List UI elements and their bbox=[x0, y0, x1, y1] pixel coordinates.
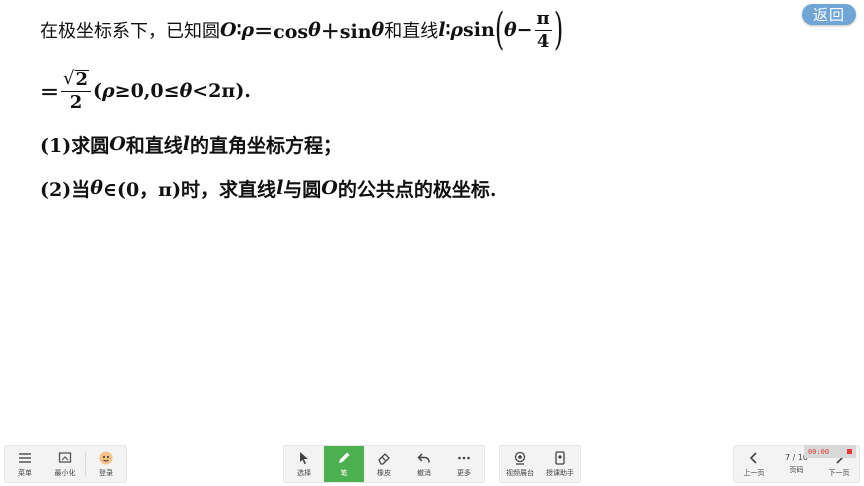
minimize-button[interactable]: 最小化 bbox=[45, 446, 85, 482]
assistant-icon bbox=[555, 450, 565, 465]
right-paren: ) bbox=[553, 4, 564, 55]
minimize-label: 最小化 bbox=[54, 468, 76, 477]
login-button[interactable]: 登录 bbox=[86, 446, 126, 482]
line-var: l bbox=[438, 19, 446, 41]
undo-label: 撤消 bbox=[417, 468, 431, 477]
avatar-icon bbox=[99, 451, 113, 464]
line-var: l bbox=[276, 177, 284, 199]
sqrt-sign: √ bbox=[63, 68, 75, 89]
sqrt-numerator: √ 2 bbox=[61, 68, 92, 92]
text: ∈(0，π)时，求直线 bbox=[102, 178, 277, 201]
fraction-denominator: 4 bbox=[536, 30, 550, 52]
eraser-icon bbox=[378, 452, 390, 465]
minimize-icon bbox=[58, 451, 72, 463]
undo-icon bbox=[417, 452, 430, 462]
fraction-numerator: π bbox=[534, 7, 552, 31]
select-tool-button[interactable]: 选择 bbox=[284, 446, 324, 482]
pen-label: 笔 bbox=[340, 468, 348, 477]
fraction-pi-over-4: π 4 bbox=[534, 7, 552, 52]
menu-button[interactable]: 菜单 bbox=[5, 446, 45, 482]
sqrt-content: 2 bbox=[74, 69, 90, 90]
toolbar-center-right: 视频展台 授课助手 bbox=[499, 445, 581, 483]
question-2: (2)当 θ ∈(0，π)时，求直线 l 与圆 O 的公共点的极坐标. bbox=[40, 175, 496, 201]
theta-var: θ bbox=[179, 80, 193, 102]
line-var: l bbox=[182, 133, 190, 155]
video-booth-button[interactable]: 视频展台 bbox=[500, 446, 540, 482]
text: 在极坐标系下，已知圆 bbox=[40, 21, 220, 42]
circle-var: O bbox=[109, 133, 126, 155]
circle-var: O bbox=[220, 19, 237, 41]
paren-open: ( bbox=[93, 80, 103, 102]
fraction-denominator: 2 bbox=[69, 92, 83, 113]
rho-var: ρ bbox=[241, 19, 255, 41]
recording-badge[interactable]: 00:00 bbox=[804, 445, 856, 458]
text: ＋sin bbox=[320, 20, 372, 43]
rho-var: ρ bbox=[102, 80, 115, 102]
theta-var: θ bbox=[503, 19, 517, 41]
menu-label: 菜单 bbox=[18, 468, 32, 477]
left-paren: ( bbox=[494, 4, 505, 55]
back-button[interactable]: 返回 bbox=[802, 4, 856, 25]
toolbar-center: 选择 笔 橡皮 撤消 更多 bbox=[283, 445, 485, 483]
select-label: 选择 bbox=[297, 468, 311, 477]
prev-page-label: 上一页 bbox=[743, 468, 765, 477]
fraction-sqrt2-over-2: √ 2 2 bbox=[61, 68, 92, 113]
text: 和直线 bbox=[125, 134, 183, 157]
undo-button[interactable]: 撤消 bbox=[404, 446, 444, 482]
prev-page-button[interactable]: 上一页 bbox=[734, 446, 774, 482]
text: (1)求圆 bbox=[40, 134, 110, 157]
text: (2)当 bbox=[40, 178, 91, 201]
recording-time: 00:00 bbox=[808, 447, 830, 456]
camera-icon bbox=[514, 451, 526, 465]
chevron-left-icon bbox=[749, 451, 757, 464]
theta-var: θ bbox=[90, 177, 103, 199]
problem-line-1: 在极坐标系下，已知圆 O ∶ ρ ＝cos θ ＋sin θ 和直线 l ∶ ρ… bbox=[40, 4, 564, 55]
cursor-icon bbox=[300, 451, 308, 464]
eraser-tool-button[interactable]: 橡皮 bbox=[364, 446, 404, 482]
more-icon bbox=[458, 456, 470, 459]
condition-text: <2π). bbox=[192, 80, 251, 102]
teaching-assistant-button[interactable]: 授课助手 bbox=[540, 446, 580, 482]
circle-var: O bbox=[321, 177, 338, 199]
theta-var: θ bbox=[308, 19, 321, 41]
video-booth-label: 视频展台 bbox=[506, 468, 534, 477]
text: 的直角坐标方程； bbox=[190, 134, 343, 157]
pen-icon bbox=[339, 452, 350, 463]
condition-text: ≥0,0≤ bbox=[114, 80, 180, 102]
question-1: (1)求圆 O 和直线 l 的直角坐标方程； bbox=[40, 131, 342, 157]
record-stop-icon bbox=[847, 449, 852, 454]
sin-text: sin bbox=[463, 19, 495, 41]
more-button[interactable]: 更多 bbox=[444, 446, 484, 482]
teaching-assistant-label: 授课助手 bbox=[546, 468, 574, 477]
eraser-label: 橡皮 bbox=[377, 468, 391, 477]
equals: ＝ bbox=[40, 81, 60, 104]
text: ＝cos bbox=[254, 20, 309, 43]
more-label: 更多 bbox=[457, 468, 471, 477]
menu-icon bbox=[19, 452, 31, 463]
page-number-label: 页码 bbox=[789, 466, 804, 474]
next-page-label: 下一页 bbox=[828, 468, 850, 477]
text: 的公共点的极坐标. bbox=[337, 178, 497, 201]
rho-var: ρ bbox=[450, 19, 464, 41]
theta-var: θ bbox=[371, 19, 385, 41]
toolbar-left: 菜单 最小化 登录 bbox=[4, 445, 127, 483]
text: 与圆 bbox=[283, 178, 322, 201]
login-label: 登录 bbox=[99, 468, 113, 477]
minus: − bbox=[516, 19, 533, 41]
text: 和直线 bbox=[384, 21, 439, 42]
problem-line-2: ＝ √ 2 2 ( ρ ≥0,0≤ θ <2π). bbox=[40, 66, 251, 116]
pen-tool-button[interactable]: 笔 bbox=[324, 446, 364, 482]
